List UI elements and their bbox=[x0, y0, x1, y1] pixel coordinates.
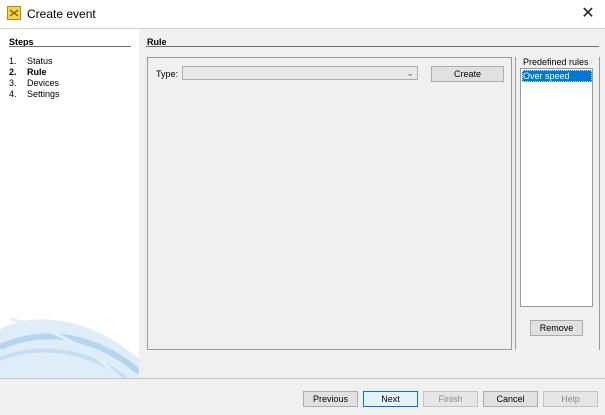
list-item-over-speed[interactable]: Over speed bbox=[522, 70, 592, 82]
event-app-icon bbox=[7, 6, 21, 20]
remove-button[interactable]: Remove bbox=[530, 320, 583, 336]
chevron-down-icon[interactable]: ⌄ bbox=[406, 67, 414, 79]
step-number: 3. bbox=[9, 78, 17, 88]
step-label: Devices bbox=[27, 78, 60, 88]
step-status: 1. Status bbox=[9, 56, 53, 66]
next-button[interactable]: Next bbox=[363, 391, 418, 407]
finish-button: Finish bbox=[423, 391, 478, 407]
footer-divider bbox=[0, 378, 605, 379]
step-label: Rule bbox=[27, 67, 47, 77]
title-bar: Create event ✕ bbox=[0, 0, 605, 28]
create-button[interactable]: Create bbox=[431, 66, 504, 82]
close-icon[interactable]: ✕ bbox=[581, 5, 594, 22]
cancel-button[interactable]: Cancel bbox=[483, 391, 538, 407]
type-label: Type: bbox=[156, 69, 179, 79]
close-button[interactable]: ✕ bbox=[571, 0, 605, 28]
type-select[interactable]: ⌄ bbox=[182, 66, 418, 80]
predefined-rules-list[interactable]: Over speed bbox=[520, 68, 593, 307]
rule-divider bbox=[146, 46, 599, 47]
step-label: Settings bbox=[27, 89, 60, 99]
step-rule: 2. Rule bbox=[9, 67, 47, 77]
steps-panel: Steps 1. Status 2. Rule 3. Devices 4. Settin… bbox=[0, 29, 139, 378]
step-number: 2. bbox=[9, 67, 17, 77]
predefined-rules-label: Predefined rules bbox=[523, 57, 589, 67]
step-number: 4. bbox=[9, 89, 17, 99]
previous-button[interactable]: Previous bbox=[303, 391, 358, 407]
step-label: Status bbox=[27, 56, 53, 66]
steps-divider bbox=[9, 46, 131, 47]
rule-editor-panel bbox=[147, 57, 512, 350]
window-title: Create event bbox=[27, 7, 96, 21]
help-button: Help bbox=[543, 391, 598, 407]
step-devices: 3. Devices bbox=[9, 78, 59, 88]
step-number: 1. bbox=[9, 56, 17, 66]
step-settings: 4. Settings bbox=[9, 89, 60, 99]
